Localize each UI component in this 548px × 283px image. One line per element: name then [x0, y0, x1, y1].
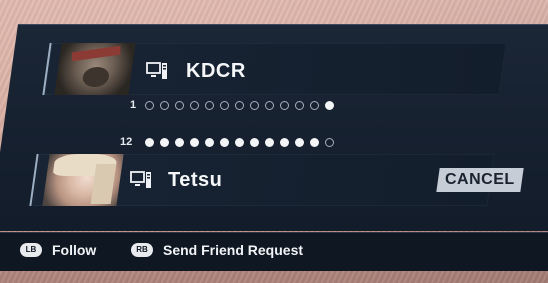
slot-number: 1	[130, 99, 137, 111]
dot	[250, 101, 259, 110]
lb-button-icon: LB	[20, 243, 42, 257]
player-name: KDCR	[186, 60, 246, 82]
follow-button[interactable]: Follow	[52, 242, 96, 258]
pc-icon	[130, 170, 152, 190]
dot	[280, 138, 289, 147]
dot	[145, 101, 154, 110]
slot-number: 12	[120, 136, 133, 148]
dot	[235, 138, 244, 147]
dot	[220, 101, 229, 110]
dot	[160, 101, 169, 110]
dot	[220, 138, 229, 147]
dot	[325, 101, 334, 110]
dot	[295, 138, 304, 147]
snout	[81, 67, 111, 87]
dot	[265, 101, 274, 110]
dot	[280, 101, 289, 110]
cancel-label: CANCEL	[445, 171, 515, 188]
dot	[235, 101, 244, 110]
player-name: Tetsu	[168, 169, 223, 191]
dot	[205, 101, 214, 110]
dot	[160, 138, 169, 147]
dot	[265, 138, 274, 147]
cancel-button[interactable]: CANCEL	[436, 168, 524, 192]
avatar	[54, 43, 136, 95]
dot	[145, 138, 154, 147]
dot	[190, 138, 199, 147]
send-friend-request-button[interactable]: Send Friend Request	[163, 242, 303, 258]
dot	[250, 138, 259, 147]
avatar	[42, 154, 124, 206]
dot	[310, 101, 319, 110]
hair	[90, 164, 117, 204]
headband	[71, 45, 121, 62]
pc-icon	[146, 61, 168, 81]
progress-dots-bottom	[145, 138, 334, 147]
dot	[175, 138, 184, 147]
dot	[325, 138, 334, 147]
dot	[295, 101, 304, 110]
rb-button-icon: RB	[131, 243, 153, 257]
dot	[310, 138, 319, 147]
dot	[205, 138, 214, 147]
dot	[190, 101, 199, 110]
dot	[175, 101, 184, 110]
progress-dots-top	[145, 101, 334, 110]
